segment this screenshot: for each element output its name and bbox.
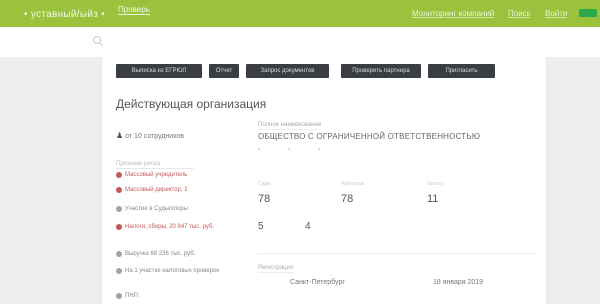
stat-value-courts: 78	[258, 193, 271, 205]
tag-marker: ▪	[288, 147, 319, 153]
nav-link-monitoring[interactable]: Мониторинг компаний	[412, 10, 495, 18]
login-button[interactable]	[579, 9, 597, 17]
stat-value-small-1: 5	[258, 221, 264, 232]
brand-link[interactable]: Проверь	[118, 5, 150, 15]
employees-count: ♟ от 10 сотрудников	[116, 131, 184, 140]
risk-item[interactable]: Выручка 68 236 тыс. руб.	[116, 250, 216, 258]
risk-indicator-icon	[116, 224, 122, 230]
stat-label-pledges: Залоги	[427, 181, 444, 187]
risk-indicator-icon	[116, 251, 122, 257]
risk-item[interactable]: Налоги, сборы, 20 847 тыс. руб.	[116, 223, 216, 231]
search-icon[interactable]	[92, 35, 104, 47]
section-divider	[258, 253, 538, 254]
registration-date: 18 января 2019	[433, 279, 484, 286]
registration-label: Регистрация	[258, 265, 294, 273]
tag-marker: ▪	[258, 147, 289, 153]
risk-list-title: Признаки риска	[116, 161, 194, 169]
risk-item[interactable]: Массовый директор, 1	[116, 186, 216, 194]
risk-item[interactable]: Участие в Суды/споры	[116, 205, 216, 213]
stat-value-arbitration: 78	[341, 193, 354, 205]
risk-item[interactable]: Массовый учредитель	[116, 171, 216, 179]
nav-link-search[interactable]: Поиск	[508, 10, 531, 18]
stat-label-arbitration: Арбитраж	[341, 181, 364, 187]
company-card: Выписка из ЕГРЮЛ Отчет Запрос документов…	[101, 57, 547, 304]
company-tags: ▪▪▪	[258, 147, 348, 153]
top-navigation-bar: • уставный/ыйз • Проверь Мониторинг комп…	[0, 0, 600, 27]
tag-marker: ▪	[318, 147, 349, 153]
employees-count-text: от 10 сотрудников	[125, 133, 184, 140]
risk-indicator-icon	[116, 268, 122, 274]
check-partner-button[interactable]: Проверить партнера	[341, 64, 421, 78]
risk-indicator-icon	[116, 293, 122, 299]
company-full-name: ОБЩЕСТВО С ОГРАНИЧЕННОЙ ОТВЕТСТВЕННОСТЬЮ	[258, 132, 481, 141]
company-status-title: Действующая организация	[116, 97, 267, 111]
stat-label-courts: Суды	[258, 181, 271, 187]
site-logo[interactable]: • уставный/ыйз •	[24, 9, 105, 20]
person-icon: ♟	[116, 131, 124, 140]
full-name-label: Полное наименование	[258, 122, 322, 130]
risk-indicator-icon	[116, 187, 122, 193]
stat-value-small-2: 4	[305, 221, 311, 232]
report-button[interactable]: Отчет	[209, 64, 239, 78]
stat-value-pledges: 11	[427, 193, 439, 205]
search-bar	[0, 27, 600, 57]
nav-link-login[interactable]: Войти	[545, 10, 568, 18]
risk-indicator-icon	[116, 172, 122, 178]
invite-button[interactable]: Пригласить	[428, 64, 495, 78]
risk-item[interactable]: На 1 участке налоговых проверок	[116, 267, 219, 275]
request-documents-button[interactable]: Запрос документов	[246, 64, 329, 78]
risk-indicator-icon	[116, 206, 122, 212]
risk-item[interactable]: ПНП	[116, 292, 216, 300]
registration-city: Санкт-Петербург	[290, 279, 345, 286]
egrul-extract-button[interactable]: Выписка из ЕГРЮЛ	[116, 64, 202, 78]
